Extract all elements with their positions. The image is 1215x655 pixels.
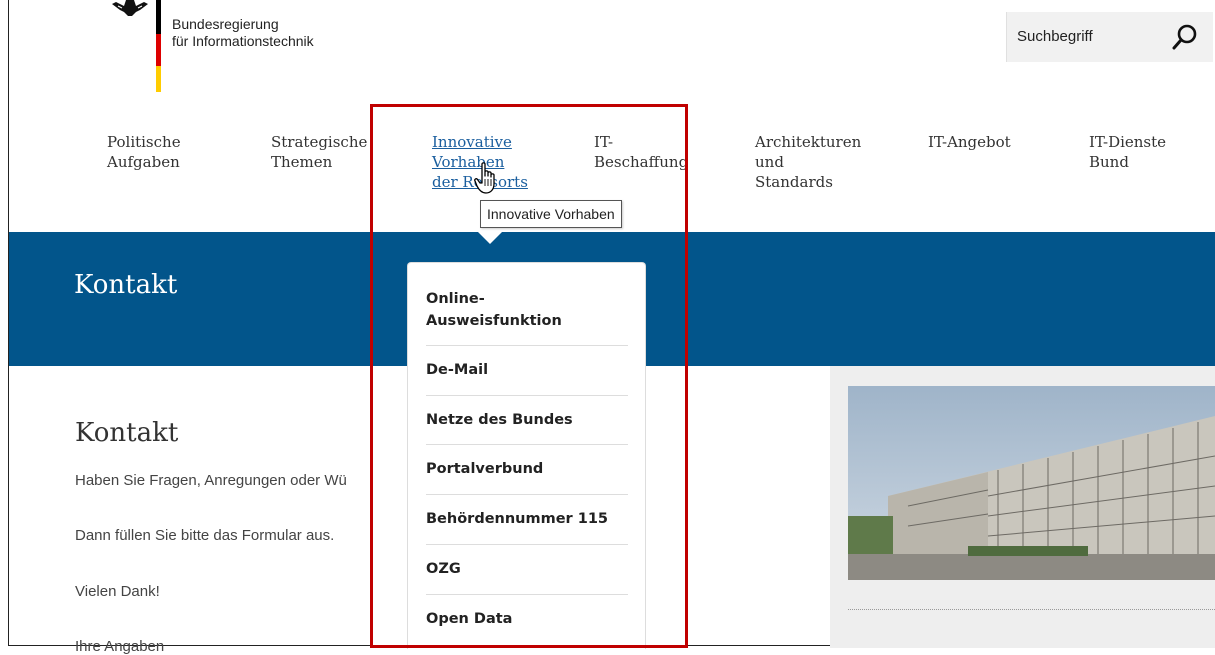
nav-item-strategische-themen[interactable]: Strategische Themen xyxy=(271,132,367,172)
submenu-divider xyxy=(426,594,628,595)
german-flag-bar xyxy=(156,0,161,92)
nav-label-line: Themen xyxy=(271,153,333,171)
nav-label-line: Beschaffung xyxy=(594,153,689,171)
federal-eagle-icon xyxy=(112,0,148,16)
building-photo xyxy=(848,386,1215,580)
nav-label-line: Architekturen xyxy=(755,133,862,151)
nav-label-line: Aufgaben xyxy=(107,153,180,171)
search-box xyxy=(1006,12,1213,62)
nav-item-it-beschaffung[interactable]: IT- Beschaffung xyxy=(594,132,688,172)
submenu-divider xyxy=(426,395,628,396)
banner-title: Kontakt xyxy=(74,270,178,300)
search-icon[interactable] xyxy=(1169,21,1201,53)
nav-label-line: IT- xyxy=(594,133,614,151)
nav-label-line: Innovative xyxy=(432,133,512,151)
submenu-dropdown: Online- Ausweisfunktion De-Mail Netze de… xyxy=(407,262,646,649)
nav-label-line: IT-Dienste xyxy=(1089,133,1167,151)
submenu-label-line: Online- xyxy=(426,291,485,307)
submenu-item-online-ausweisfunktion[interactable]: Online- Ausweisfunktion xyxy=(426,288,626,332)
content-paragraph: Dann füllen Sie bitte das Formular aus. xyxy=(75,527,335,544)
org-name[interactable]: Bundesregierung für Informationstechnik xyxy=(172,16,314,50)
nav-item-it-angebot[interactable]: IT-Angebot xyxy=(928,132,1011,152)
org-name-line1: Bundesregierung xyxy=(172,16,279,32)
submenu-divider xyxy=(426,494,628,495)
submenu-divider xyxy=(426,544,628,545)
search-input[interactable] xyxy=(1007,20,1167,52)
content-paragraph: Haben Sie Fragen, Anregungen oder Wü xyxy=(75,472,347,489)
submenu-item-de-mail[interactable]: De-Mail xyxy=(426,359,626,381)
submenu-divider xyxy=(426,444,628,445)
nav-label-line: und xyxy=(755,153,784,171)
nav-label-line: IT-Angebot xyxy=(928,133,1011,151)
submenu-item-open-data[interactable]: Open Data xyxy=(426,608,626,630)
nav-label-line: Bund xyxy=(1089,153,1129,171)
submenu-item-ozg[interactable]: OZG xyxy=(426,558,626,580)
submenu-divider xyxy=(426,345,628,346)
tooltip: Innovative Vorhaben xyxy=(480,200,622,228)
submenu-item-behoerdennummer-115[interactable]: Behördennummer 115 xyxy=(426,508,626,530)
submenu-item-portalverbund[interactable]: Portalverbund xyxy=(426,458,626,480)
dropdown-pointer xyxy=(478,232,502,244)
nav-item-it-dienste-bund[interactable]: IT-Dienste Bund xyxy=(1089,132,1166,172)
nav-label-line: Politische xyxy=(107,133,181,151)
content-title: Kontakt xyxy=(75,418,179,448)
submenu-item-netze-des-bundes[interactable]: Netze des Bundes xyxy=(426,409,626,431)
content-paragraph: Ihre Angaben xyxy=(75,638,165,655)
content-paragraph: Vielen Dank! xyxy=(75,583,160,600)
org-name-line2: für Informationstechnik xyxy=(172,33,314,49)
submenu-label-line: Ausweisfunktion xyxy=(426,313,562,329)
nav-item-architekturen-und-standards[interactable]: Architekturen und Standards xyxy=(755,132,861,192)
nav-item-politische-aufgaben[interactable]: Politische Aufgaben xyxy=(107,132,181,172)
hand-cursor-icon xyxy=(474,162,495,194)
nav-label-line: Strategische xyxy=(271,133,368,151)
nav-label-line: Standards xyxy=(755,173,833,191)
dotted-divider xyxy=(848,609,1215,610)
